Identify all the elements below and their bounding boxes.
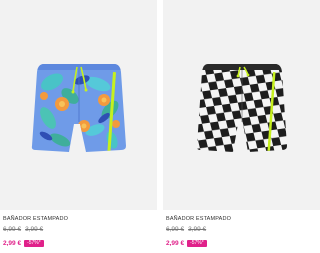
sale-price: 2,99 €: [166, 240, 185, 248]
product-image[interactable]: [163, 0, 320, 210]
discount-badge: -57%*: [187, 240, 207, 248]
original-prices: 6,99 €3,99 €: [3, 226, 47, 233]
product-card[interactable]: BAÑADOR ESTAMPADO 6,99 €3,99 € 2,99 € -57…: [163, 0, 320, 251]
product-card[interactable]: BAÑADOR ESTAMPADO 6,99 €3,99 € 2,99 € -57…: [0, 0, 157, 251]
product-name[interactable]: BAÑADOR ESTAMPADO: [3, 216, 68, 222]
original-price: 3,99 €: [25, 226, 44, 233]
price-row: 2,99 € -57%*: [166, 235, 207, 248]
price-row: 2,99 € -57%*: [3, 235, 44, 248]
original-price: 6,99 €: [3, 226, 22, 233]
original-price: 6,99 €: [166, 226, 185, 233]
discount-badge: -57%*: [24, 240, 44, 248]
original-price: 3,99 €: [188, 226, 207, 233]
sale-price: 2,99 €: [3, 240, 22, 248]
product-grid: BAÑADOR ESTAMPADO 6,99 €3,99 € 2,99 € -57…: [0, 0, 320, 251]
product-image[interactable]: [0, 0, 157, 210]
original-prices: 6,99 €3,99 €: [166, 226, 210, 233]
checkered-swim-shorts-image: [196, 64, 288, 152]
product-name[interactable]: BAÑADOR ESTAMPADO: [166, 216, 231, 222]
tropical-swim-shorts-image: [31, 64, 126, 152]
